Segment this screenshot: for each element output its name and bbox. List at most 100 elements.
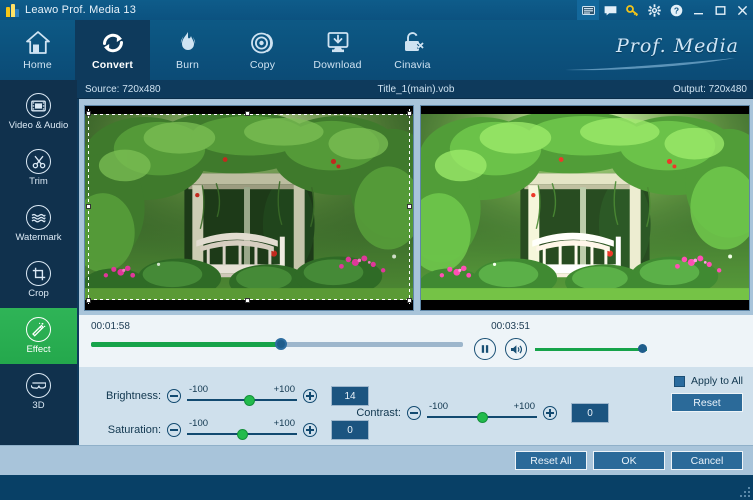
volume-track — [535, 348, 647, 351]
sidebar-item-effect-label: Effect — [26, 344, 50, 355]
status-bar — [0, 475, 753, 500]
message-icon[interactable] — [599, 0, 621, 20]
preview-area — [77, 99, 753, 315]
nav-tab-convert[interactable]: Convert — [75, 20, 150, 80]
window-title: Leawo Prof. Media 13 — [25, 4, 136, 16]
unlock-icon — [399, 30, 427, 56]
sidebar-item-video-audio[interactable]: Video & Audio — [0, 84, 77, 140]
ok-button[interactable]: OK — [593, 451, 665, 470]
media-info-bar: Source: 720x480 Title_1(main).vob Output… — [77, 80, 753, 99]
volume-slider[interactable] — [535, 343, 647, 355]
nav-tab-download-label: Download — [313, 59, 361, 71]
brightness-slider[interactable]: -100 +100 — [187, 385, 297, 407]
contrast-thumb[interactable] — [477, 412, 488, 423]
saturation-min-label: -100 — [189, 418, 208, 429]
main-body: Video & Audio Trim Watermark Crop — [0, 80, 753, 500]
reset-all-button[interactable]: Reset All — [515, 451, 587, 470]
nav-tab-burn-label: Burn — [176, 59, 199, 71]
help-icon[interactable]: ? — [665, 0, 687, 20]
main-nav-bar: Home Convert Burn — [0, 20, 753, 80]
volume-button[interactable] — [505, 338, 527, 360]
sidebar-item-crop-label: Crop — [28, 288, 49, 299]
brightness-thumb[interactable] — [244, 395, 255, 406]
home-icon — [24, 30, 52, 56]
original-preview[interactable] — [84, 105, 414, 311]
crop-handle-bottom-left[interactable] — [86, 298, 91, 303]
magic-wand-icon — [26, 317, 51, 342]
film-icon — [26, 93, 51, 118]
sidebar-item-3d[interactable]: 3D — [0, 364, 77, 420]
crop-handle-bottom-right[interactable] — [407, 298, 412, 303]
saturation-slider[interactable]: -100 +100 — [187, 419, 297, 441]
key-icon[interactable] — [621, 0, 643, 20]
seek-slider[interactable] — [91, 337, 463, 351]
contrast-max-label: +100 — [514, 401, 535, 412]
apply-to-all-label: Apply to All — [691, 375, 743, 387]
contrast-decrease-button[interactable] — [407, 406, 421, 420]
contrast-slider[interactable]: -100 +100 — [427, 402, 537, 424]
brightness-increase-button[interactable] — [303, 389, 317, 403]
crop-handle-bottom-center[interactable] — [245, 298, 250, 303]
apply-to-all-checkbox-box[interactable] — [674, 376, 685, 387]
crop-handle-middle-left[interactable] — [86, 204, 91, 209]
volume-thumb[interactable] — [638, 344, 647, 353]
media-title: Title_1(main).vob — [77, 84, 753, 95]
scissors-icon — [26, 149, 51, 174]
saturation-thumb[interactable] — [237, 429, 248, 440]
brightness-min-label: -100 — [189, 384, 208, 395]
saturation-increase-button[interactable] — [303, 423, 317, 437]
nav-tab-copy[interactable]: Copy — [225, 20, 300, 80]
crop-handle-top-center[interactable] — [245, 111, 250, 116]
sidebar-item-trim[interactable]: Trim — [0, 140, 77, 196]
contrast-value[interactable]: 0 — [571, 403, 609, 423]
reset-button[interactable]: Reset — [671, 393, 743, 412]
nav-tab-download[interactable]: Download — [300, 20, 375, 80]
title-bar: Leawo Prof. Media 13 ? — [0, 0, 753, 20]
saturation-max-label: +100 — [274, 418, 295, 429]
3d-glasses-icon — [26, 373, 51, 398]
apply-to-all-checkbox[interactable]: Apply to All — [674, 375, 743, 387]
application-window: Leawo Prof. Media 13 ? — [0, 0, 753, 500]
close-icon[interactable] — [731, 0, 753, 20]
nav-tab-home[interactable]: Home — [0, 20, 75, 80]
minimize-icon[interactable] — [687, 0, 709, 20]
svg-text:?: ? — [673, 5, 678, 15]
contrast-min-label: -100 — [429, 401, 448, 412]
brightness-max-label: +100 — [274, 384, 295, 395]
seek-thumb[interactable] — [275, 338, 287, 350]
crop-handle-middle-right[interactable] — [407, 204, 412, 209]
pause-icon — [480, 344, 490, 354]
contrast-increase-button[interactable] — [543, 406, 557, 420]
register-icon[interactable] — [577, 0, 599, 20]
nav-tab-burn[interactable]: Burn — [150, 20, 225, 80]
edit-sidebar: Video & Audio Trim Watermark Crop — [0, 80, 77, 500]
waves-icon — [26, 205, 51, 230]
effect-preview[interactable] — [420, 105, 750, 311]
disc-icon — [249, 30, 277, 56]
sidebar-item-effect[interactable]: Effect — [0, 308, 77, 364]
contrast-label: Contrast: — [327, 407, 401, 419]
brightness-decrease-button[interactable] — [167, 389, 181, 403]
original-preview-image — [85, 114, 413, 300]
maximize-icon[interactable] — [709, 0, 731, 20]
effect-preview-image — [421, 114, 749, 300]
pause-button[interactable] — [474, 338, 496, 360]
sidebar-item-crop[interactable]: Crop — [0, 252, 77, 308]
sidebar-item-trim-label: Trim — [29, 176, 48, 187]
crop-handle-top-right[interactable] — [407, 111, 412, 116]
sidebar-item-watermark-label: Watermark — [15, 232, 61, 243]
flame-icon — [174, 30, 202, 56]
seek-progress — [91, 342, 281, 347]
brand-logo: Prof. Media — [559, 20, 739, 80]
sidebar-item-watermark[interactable]: Watermark — [0, 196, 77, 252]
cancel-button[interactable]: Cancel — [671, 451, 743, 470]
time-labels: 00:01:58 00:03:51 — [91, 321, 745, 335]
nav-tab-home-label: Home — [23, 59, 52, 71]
nav-tab-cinavia[interactable]: Cinavia — [375, 20, 450, 80]
crop-handle-top-left[interactable] — [86, 111, 91, 116]
settings-gear-icon[interactable] — [643, 0, 665, 20]
source-resolution: Source: 720x480 — [85, 84, 161, 95]
resize-grip-icon[interactable] — [738, 485, 750, 497]
playback-controls: 00:01:58 00:03:51 — [77, 315, 753, 367]
saturation-decrease-button[interactable] — [167, 423, 181, 437]
